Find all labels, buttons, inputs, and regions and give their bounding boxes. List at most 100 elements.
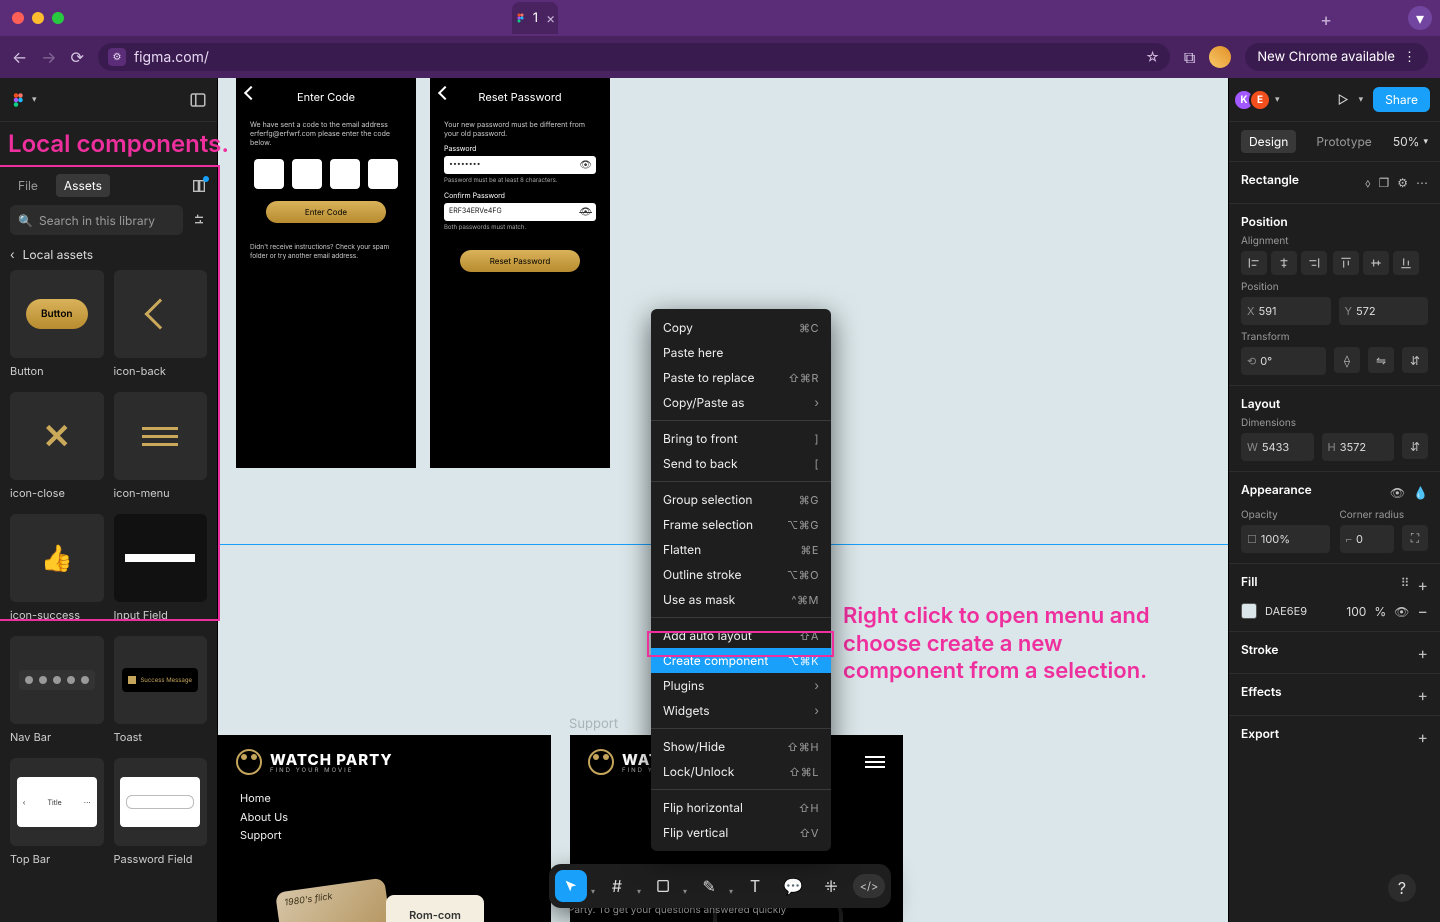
ctx-copy[interactable]: Copy⌘C (651, 315, 831, 340)
url-field[interactable]: ⚙ figma.com/ ☆ (98, 43, 1170, 71)
ctx-lock-unlock[interactable]: Lock/Unlock⇧⌘L (651, 759, 831, 784)
frame-tool[interactable]: # (601, 870, 633, 902)
flip-v-icon[interactable]: ⇵ (1402, 347, 1428, 373)
back-icon[interactable] (440, 88, 452, 100)
asset-icon-menu[interactable]: icon-menu (114, 392, 208, 500)
preserve-ratio-icon[interactable]: ⟠ (1334, 347, 1360, 373)
zoom-dropdown[interactable]: 50%▾ (1393, 134, 1428, 149)
height-input[interactable]: H3572 (1322, 433, 1395, 461)
tabs-dropdown-button[interactable]: ▾ (1408, 6, 1432, 30)
frame-watchparty-home[interactable]: WATCH PARTY FIND YOUR MOVIE HomeAbout Us… (218, 735, 551, 922)
hamburger-icon[interactable] (865, 756, 885, 768)
opacity-input[interactable]: ☐100% (1241, 525, 1330, 553)
ctx-show-hide[interactable]: Show/Hide⇧⌘H (651, 734, 831, 759)
site-settings-icon[interactable]: ⚙ (108, 48, 126, 66)
asset-input-field[interactable]: Input Field (114, 514, 208, 622)
rotation-input[interactable]: ⟲0° (1241, 347, 1326, 375)
blend-icon[interactable]: 💧 (1413, 485, 1428, 500)
asset-button[interactable]: ButtonButton (10, 270, 104, 378)
window-min-dot[interactable] (32, 12, 44, 24)
search-input[interactable]: 🔍 Search in this library (10, 205, 183, 235)
eye-off-icon[interactable]: 👁 (579, 206, 592, 219)
nav-link[interactable]: About Us (240, 808, 551, 827)
ctx-plugins[interactable]: Plugins (651, 673, 831, 698)
ctx-flip-horizontal[interactable]: Flip horizontal⇧H (651, 795, 831, 820)
add-export-button[interactable]: + (1417, 727, 1428, 747)
frame-enter-code[interactable]: Enter Code We have sent a code to the em… (236, 78, 416, 468)
pen-tool[interactable]: ✎ (693, 870, 725, 902)
align-hcenter-icon[interactable] (1271, 251, 1297, 275)
figma-menu-button[interactable]: ▾ (10, 91, 37, 109)
asset-icon-back[interactable]: icon-back (114, 270, 208, 378)
local-assets-breadcrumb[interactable]: ‹ Local assets (0, 243, 217, 270)
canvas[interactable]: Enter Code We have sent a code to the em… (218, 78, 1228, 922)
corner-input[interactable]: ⌐0 (1340, 525, 1395, 553)
password-input[interactable]: ••••••••👁 (444, 156, 596, 174)
ctx-add-auto-layout[interactable]: Add auto layout⇧A (651, 623, 831, 648)
more-icon[interactable]: ⋯ (1416, 175, 1428, 191)
corner-individual-icon[interactable]: ⛶ (1402, 525, 1428, 551)
remove-fill-button[interactable]: − (1417, 601, 1428, 621)
card-swipe[interactable]: 1980's flick (275, 878, 391, 922)
styles-icon[interactable]: ⠿ (1401, 575, 1410, 595)
collapse-panel-icon[interactable] (189, 91, 207, 109)
help-button[interactable]: ? (1388, 874, 1416, 902)
reload-icon[interactable]: ⟳ (71, 47, 84, 67)
width-input[interactable]: W5433 (1241, 433, 1314, 461)
card-romcom[interactable]: Rom-com (386, 895, 484, 922)
asset-toast[interactable]: Success MessageToast (114, 636, 208, 744)
frame-reset-password[interactable]: Reset Password Your new password must be… (430, 78, 610, 468)
add-stroke-button[interactable]: + (1417, 643, 1428, 663)
tab-assets[interactable]: Assets (56, 174, 110, 197)
filter-icon[interactable] (191, 212, 207, 228)
comment-tool[interactable]: 💬 (777, 870, 809, 902)
window-max-dot[interactable] (52, 12, 64, 24)
ctx-outline-stroke[interactable]: Outline stroke⌥⌘O (651, 562, 831, 587)
reset-password-button[interactable]: Reset Password (460, 250, 580, 272)
chevron-down-icon[interactable]: ▾ (683, 886, 687, 896)
forward-icon[interactable]: → (41, 47, 56, 67)
align-right-icon[interactable] (1301, 251, 1327, 275)
tab-design[interactable]: Design (1241, 130, 1296, 153)
edit-variant-icon[interactable]: ❐ (1378, 175, 1389, 191)
nav-link[interactable]: Support (240, 826, 551, 845)
text-tool[interactable]: T (739, 870, 771, 902)
align-bottom-icon[interactable] (1393, 251, 1419, 275)
chevron-down-icon[interactable]: ▾ (591, 886, 595, 896)
ctx-flip-vertical[interactable]: Flip vertical⇧V (651, 820, 831, 845)
dev-mode-toggle[interactable]: </> (853, 870, 885, 902)
add-effect-button[interactable]: + (1417, 685, 1428, 705)
present-button[interactable]: ▷ (1338, 92, 1349, 107)
star-icon[interactable]: ☆ (1145, 49, 1160, 66)
ctx-use-as-mask[interactable]: Use as mask^⌘M (651, 587, 831, 612)
component-config-icon[interactable]: ⬨ (1365, 175, 1370, 191)
back-icon[interactable] (246, 88, 258, 100)
browser-tab[interactable]: 1 × (512, 2, 558, 34)
fill-hex[interactable]: DAE6E9 (1265, 604, 1338, 618)
asset-nav-bar[interactable]: Nav Bar (10, 636, 104, 744)
chevron-down-icon[interactable]: ▾ (1359, 94, 1364, 105)
asset-top-bar[interactable]: ‹Title⋯Top Bar (10, 758, 104, 866)
ctx-paste-here[interactable]: Paste here (651, 340, 831, 365)
y-input[interactable]: Y572 (1339, 297, 1429, 325)
extensions-icon[interactable]: ⧉ (1184, 47, 1195, 68)
profile-avatar[interactable] (1209, 46, 1231, 68)
chevron-down-icon[interactable]: ▾ (729, 886, 733, 896)
actions-tool[interactable]: ⁜ (815, 870, 847, 902)
ctx-group-selection[interactable]: Group selection⌘G (651, 487, 831, 512)
asset-icon-close[interactable]: ✕icon-close (10, 392, 104, 500)
shape-tool[interactable]: ▢ (647, 870, 679, 902)
link-dims-icon[interactable]: ⇵ (1402, 433, 1428, 459)
asset-password-field[interactable]: Password Field (114, 758, 208, 866)
asset-icon-success[interactable]: 👍icon-success (10, 514, 104, 622)
ctx-frame-selection[interactable]: Frame selection⌥⌘G (651, 512, 831, 537)
add-fill-button[interactable]: + (1417, 575, 1428, 595)
new-tab-button[interactable]: + (1320, 10, 1332, 31)
library-icon[interactable] (191, 178, 207, 194)
code-input-boxes[interactable] (250, 159, 402, 189)
visibility-icon[interactable]: 👁 (1390, 485, 1405, 500)
ctx-paste-to-replace[interactable]: Paste to replace⇧⌘R (651, 365, 831, 390)
ctx-flatten[interactable]: Flatten⌘E (651, 537, 831, 562)
ctx-widgets[interactable]: Widgets (651, 698, 831, 723)
chrome-update-button[interactable]: New Chrome available ⋮ (1245, 43, 1428, 71)
